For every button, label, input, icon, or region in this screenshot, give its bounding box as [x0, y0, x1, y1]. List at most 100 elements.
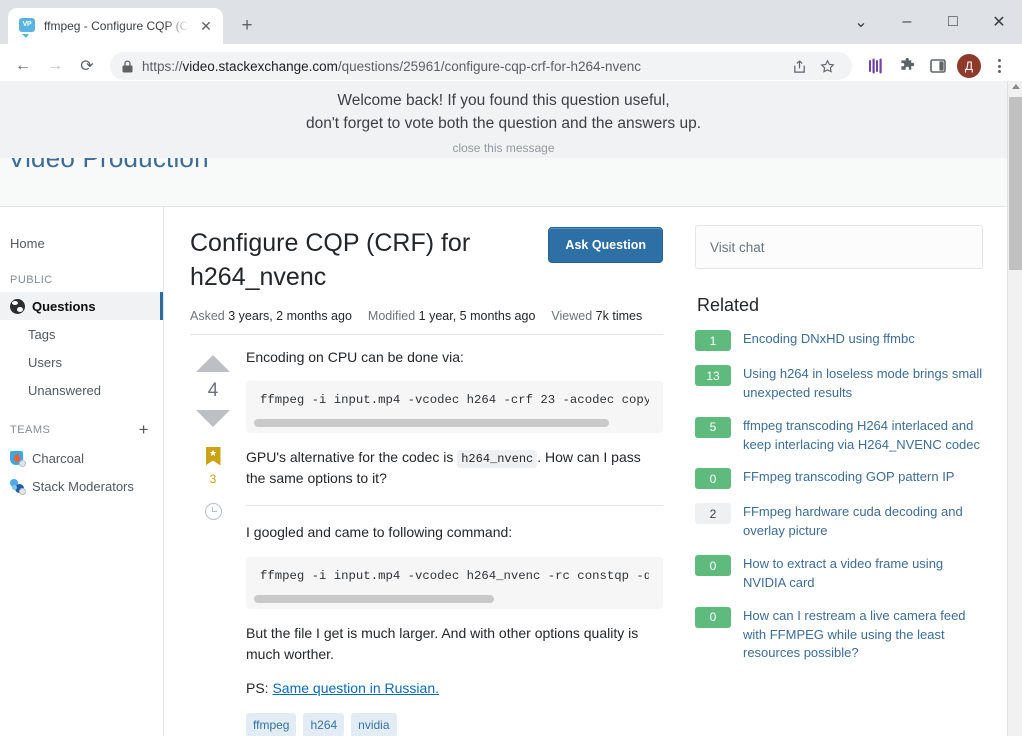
site-header: Video Production [0, 158, 1007, 207]
question-meta: Asked 3 years, 2 months ago Modified 1 y… [190, 309, 663, 335]
page-viewport: Welcome back! If you found this question… [0, 81, 1022, 736]
kebab-menu-icon[interactable] [986, 52, 1012, 80]
avatar-letter: Д [957, 54, 981, 78]
related-title[interactable]: ffmpeg transcoding H264 interlaced and k… [743, 417, 983, 455]
add-team-icon[interactable]: + [139, 421, 149, 438]
meta-viewed: Viewed 7k times [551, 308, 643, 323]
vote-column: 4 ★ 3 [190, 347, 236, 736]
extension-icons: Д [862, 52, 1014, 80]
window-controls: ⌄ – □ ✕ [838, 0, 1022, 44]
vertical-scrollbar[interactable] [1007, 81, 1022, 736]
forward-icon[interactable]: → [40, 51, 70, 81]
scrollbar-thumb[interactable] [1009, 97, 1022, 270]
favicon-tail [22, 33, 29, 38]
bookmark-star-icon[interactable]: ★ [205, 446, 221, 466]
section-label: TEAMS [10, 423, 51, 436]
speech-bubble-icon: VP [19, 17, 36, 38]
maximize-button[interactable]: □ [930, 6, 976, 38]
left-sidebar: Home PUBLIC Questions Tags Users Unanswe… [0, 207, 164, 736]
list-item[interactable]: 2 FFmpeg hardware cuda decoding and over… [695, 503, 983, 541]
sidebar-item-stack-moderators[interactable]: Stack Moderators [0, 472, 163, 500]
related-title[interactable]: How to extract a video frame using NVIDI… [743, 555, 983, 593]
question-content: Encoding on CPU can be done via: ffmpeg … [236, 347, 663, 736]
upvote-arrow-icon[interactable] [196, 354, 230, 372]
list-item[interactable]: 13 Using h264 in loseless mode brings sm… [695, 365, 983, 403]
side-panel-icon[interactable] [924, 52, 952, 80]
address-bar[interactable]: https://video.stackexchange.com/question… [110, 52, 852, 80]
puzzle-icon[interactable] [893, 52, 921, 80]
list-item[interactable]: 0 How to extract a video frame using NVI… [695, 555, 983, 593]
page-layout: Home PUBLIC Questions Tags Users Unanswe… [0, 207, 1007, 736]
score-badge: 0 [695, 606, 731, 628]
downvote-arrow-icon[interactable] [196, 409, 230, 427]
related-title[interactable]: Using h264 in loseless mode brings small… [743, 365, 983, 403]
tag-item[interactable]: ffmpeg [246, 713, 297, 736]
bookmark-star-icon[interactable] [814, 53, 840, 79]
new-tab-button[interactable]: + [233, 12, 261, 40]
url-text: https://video.stackexchange.com/question… [142, 58, 642, 74]
tab-strip: VP ffmpeg - Configure CQP (CRF) for h264… [0, 0, 1022, 44]
sidebar-item-label: Stack Moderators [32, 478, 134, 494]
horizontal-scrollbar[interactable] [254, 594, 494, 603]
chevron-down-icon[interactable]: ⌄ [838, 6, 884, 38]
sidebar-item-label: Users [28, 354, 62, 370]
code-text: ffmpeg -i input.mp4 -vcodec h264_nvenc -… [260, 568, 649, 583]
globe-icon [10, 298, 25, 314]
question-paragraph-1: Encoding on CPU can be done via: [246, 348, 464, 365]
related-heading: Related [697, 295, 760, 315]
meta-asked: Asked 3 years, 2 months ago [190, 308, 352, 323]
avatar[interactable]: Д [955, 52, 983, 80]
tag-item[interactable]: nvidia [351, 713, 397, 736]
blue-dots-icon [10, 478, 26, 495]
sidebar-item-home[interactable]: Home [0, 229, 163, 257]
related-title[interactable]: FFmpeg hardware cuda decoding and overla… [743, 503, 983, 541]
tag-item[interactable]: h264 [303, 713, 345, 736]
ask-question-button[interactable]: Ask Question [548, 227, 663, 263]
score-badge: 0 [695, 555, 731, 577]
code-block-2[interactable]: ffmpeg -i input.mp4 -vcodec h264_nvenc -… [246, 556, 663, 609]
fire-shield-icon [10, 450, 26, 467]
code-block-1[interactable]: ffmpeg -i input.mp4 -vcodec h264 -crf 23… [246, 380, 663, 433]
meta-modified: Modified 1 year, 5 months ago [367, 308, 536, 323]
scroll-up-arrow-icon[interactable] [1011, 84, 1020, 89]
title-row: Configure CQP (CRF) for h264_nvenc Ask Q… [190, 227, 663, 295]
share-icon[interactable] [786, 53, 812, 79]
sidebar-item-tags[interactable]: Tags [0, 320, 163, 348]
list-item[interactable]: 1 Encoding DNxHD using ffmbc [695, 330, 983, 351]
list-item[interactable]: 5 ffmpeg transcoding H264 interlaced and… [695, 416, 983, 455]
reload-icon[interactable]: ⟳ [72, 51, 102, 81]
score-badge: 0 [695, 468, 731, 490]
tab-title: ffmpeg - Configure CQP (CRF) for h264_nv… [44, 19, 189, 33]
minimize-button[interactable]: – [884, 6, 930, 38]
lock-icon [122, 59, 133, 72]
site-name[interactable]: Video Production [8, 158, 209, 174]
sidebar-item-charcoal[interactable]: Charcoal [0, 444, 163, 472]
favicon-label: VP [19, 17, 35, 32]
visit-chat-box[interactable]: Visit chat [695, 225, 983, 269]
close-message-link[interactable]: close this message [452, 141, 554, 155]
related-title[interactable]: How can I restream a live camera feed wi… [743, 607, 983, 664]
barcode-extension-icon[interactable] [862, 52, 890, 80]
sidebar-item-users[interactable]: Users [0, 348, 163, 376]
score-badge: 2 [695, 503, 731, 525]
list-item[interactable]: 0 FFmpeg transcoding GOP pattern IP [695, 468, 983, 490]
banner-line-1: Welcome back! If you found this question… [337, 91, 670, 109]
edit-history-icon[interactable] [204, 502, 222, 520]
horizontal-scrollbar[interactable] [254, 418, 609, 427]
list-item[interactable]: 0 How can I restream a live camera feed … [695, 606, 983, 664]
sidebar-section-teams: TEAMS + [0, 421, 163, 438]
sidebar-item-label: Charcoal [32, 450, 85, 466]
visit-chat-label: Visit chat [710, 239, 765, 255]
sidebar-item-unanswered[interactable]: Unanswered [0, 376, 163, 404]
back-icon[interactable]: ← [8, 51, 38, 81]
sidebar-item-questions[interactable]: Questions [0, 292, 163, 320]
russian-question-link[interactable]: Same question in Russian. [272, 680, 439, 696]
related-title[interactable]: Encoding DNxHD using ffmbc [743, 330, 915, 349]
sidebar-item-label: Tags [28, 326, 56, 342]
window-close-button[interactable]: ✕ [976, 6, 1022, 38]
related-title[interactable]: FFmpeg transcoding GOP pattern IP [743, 468, 954, 487]
question-paragraph-5: PS: Same question in Russian. [246, 680, 440, 697]
code-text: ffmpeg -i input.mp4 -vcodec h264 -crf 23… [260, 392, 649, 407]
close-icon[interactable]: ✕ [197, 17, 215, 35]
browser-tab[interactable]: VP ffmpeg - Configure CQP (CRF) for h264… [8, 8, 223, 44]
